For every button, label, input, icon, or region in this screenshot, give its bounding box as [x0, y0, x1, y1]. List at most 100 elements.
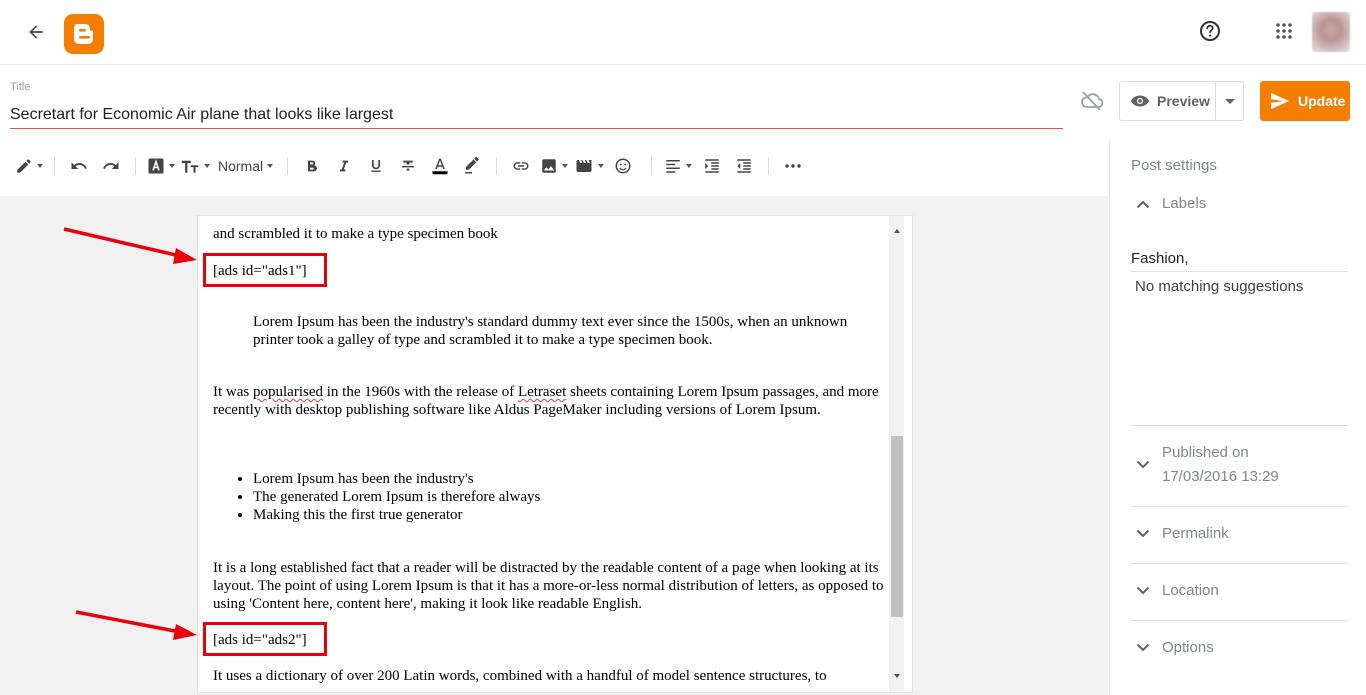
- compose-mode-button[interactable]: [12, 151, 46, 181]
- bold-icon: [308, 160, 318, 172]
- body-paragraph-2: It is a long established fact that a rea…: [213, 560, 884, 612]
- video-icon: [576, 160, 592, 172]
- undo-button[interactable]: [63, 151, 95, 181]
- scroll-down-arrow-icon[interactable]: [889, 669, 904, 683]
- image-icon: [542, 159, 556, 173]
- divider: [1131, 425, 1348, 426]
- scroll-up-arrow-icon[interactable]: [889, 224, 904, 238]
- list-item: Lorem Ipsum has been the industry's: [253, 470, 540, 488]
- align-left-icon: [666, 160, 680, 173]
- paragraph-style-dropdown[interactable]: Normal: [218, 158, 274, 174]
- location-heading: Location: [1162, 582, 1219, 599]
- underline-icon: [371, 160, 381, 172]
- editor-scrollbar-thumb[interactable]: [891, 436, 903, 617]
- chevron-down-icon: [1136, 529, 1150, 538]
- eye-icon: [1130, 95, 1150, 107]
- text-size-button[interactable]: [178, 151, 212, 181]
- help-button[interactable]: [1196, 17, 1224, 45]
- body-bullet-list: Lorem Ipsum has been the industry's The …: [253, 470, 540, 524]
- text-color-icon: [432, 158, 448, 175]
- help-circle-icon: [1200, 21, 1220, 41]
- labels-suggestions: No matching suggestions: [1135, 278, 1304, 295]
- options-section-toggle[interactable]: Options: [1136, 636, 1214, 660]
- text-color-button[interactable]: [424, 151, 456, 181]
- font-family-button[interactable]: [144, 151, 178, 181]
- apps-grid-icon: [1276, 23, 1292, 39]
- divider: [1131, 620, 1348, 621]
- update-button[interactable]: Update: [1260, 81, 1350, 121]
- misspelled-word[interactable]: Letraset: [518, 384, 566, 400]
- italic-icon: [340, 160, 349, 172]
- link-icon: [513, 162, 529, 170]
- avatar[interactable]: [1312, 12, 1350, 52]
- insert-video-button[interactable]: [571, 151, 607, 181]
- title-label: Title: [10, 81, 31, 93]
- post-settings-title: Post settings: [1131, 157, 1217, 174]
- text-size-icon: [181, 160, 199, 173]
- chevron-down-icon: [1136, 643, 1150, 652]
- redo-button[interactable]: [95, 151, 127, 181]
- labels-section-toggle[interactable]: Labels: [1136, 195, 1206, 212]
- body-blockquote: Lorem Ipsum has been the industry's stan…: [253, 314, 848, 348]
- location-section-toggle[interactable]: Location: [1136, 579, 1219, 603]
- preview-button[interactable]: Preview: [1120, 82, 1216, 120]
- published-date: 17/03/2016 13:29: [1162, 468, 1279, 485]
- labels-input[interactable]: Fashion,: [1131, 250, 1189, 267]
- emoji-button[interactable]: [607, 151, 639, 181]
- labels-input-underline: [1131, 271, 1348, 272]
- highlighter-icon: [465, 157, 479, 174]
- arrow-left-icon: [29, 25, 43, 39]
- body-line-1: and scrambled it to make a type specimen…: [213, 226, 498, 242]
- emoji-icon: [615, 158, 631, 174]
- body-paragraph-1: It was popularised in the 1960s with the…: [213, 384, 879, 418]
- link-button[interactable]: [505, 151, 537, 181]
- cloud-off-icon: [1077, 88, 1107, 114]
- chevron-down-icon: [1136, 586, 1150, 595]
- post-settings-sidebar: Post settings Labels Fashion, No matchin…: [1109, 140, 1366, 695]
- back-button[interactable]: [22, 18, 50, 46]
- top-bar: [0, 0, 1366, 65]
- editor-toolbar: Normal: [0, 147, 1108, 185]
- annotation-box-ads2: [203, 622, 327, 656]
- preview-label: Preview: [1157, 93, 1210, 109]
- caret-down-icon: [1224, 98, 1235, 104]
- list-item: The generated Lorem Ipsum is therefore a…: [253, 488, 540, 506]
- annotation-box-ads1: [203, 253, 327, 287]
- apps-button[interactable]: [1270, 17, 1298, 45]
- permalink-heading: Permalink: [1162, 525, 1229, 542]
- align-button[interactable]: [660, 151, 696, 181]
- bold-button[interactable]: [296, 151, 328, 181]
- list-item: Making this the first true generator: [253, 506, 540, 524]
- chevron-up-icon: [1136, 200, 1150, 208]
- send-icon: [1271, 92, 1289, 110]
- preview-dropdown-button[interactable]: [1216, 82, 1243, 120]
- strikethrough-button[interactable]: [392, 151, 424, 181]
- options-heading: Options: [1162, 639, 1214, 656]
- outdent-icon: [737, 159, 751, 173]
- strikethrough-icon: [402, 160, 415, 171]
- outdent-button[interactable]: [728, 151, 760, 181]
- permalink-section-toggle[interactable]: Permalink: [1136, 522, 1229, 546]
- title-input[interactable]: [10, 102, 1063, 129]
- more-options-button[interactable]: [777, 151, 809, 181]
- indent-button[interactable]: [696, 151, 728, 181]
- divider: [1131, 506, 1348, 507]
- update-label: Update: [1298, 93, 1346, 109]
- insert-image-button[interactable]: [537, 151, 571, 181]
- misspelled-word[interactable]: popularised: [253, 384, 323, 400]
- labels-heading: Labels: [1162, 195, 1207, 212]
- italic-button[interactable]: [328, 151, 360, 181]
- font-icon: [148, 158, 164, 174]
- preview-button-group: Preview: [1119, 81, 1244, 121]
- blogger-logo-icon[interactable]: [64, 14, 104, 54]
- chevron-down-icon: [1136, 460, 1150, 469]
- underline-button[interactable]: [360, 151, 392, 181]
- undo-icon: [71, 162, 87, 169]
- redo-icon: [103, 162, 119, 169]
- more-horizontal-icon: [785, 164, 801, 168]
- published-section-toggle[interactable]: Published on 17/03/2016 13:29: [1136, 441, 1279, 489]
- paragraph-style-label: Normal: [218, 158, 264, 174]
- highlight-button[interactable]: [456, 151, 488, 181]
- pencil-icon: [17, 159, 31, 173]
- published-heading: Published on: [1162, 444, 1249, 461]
